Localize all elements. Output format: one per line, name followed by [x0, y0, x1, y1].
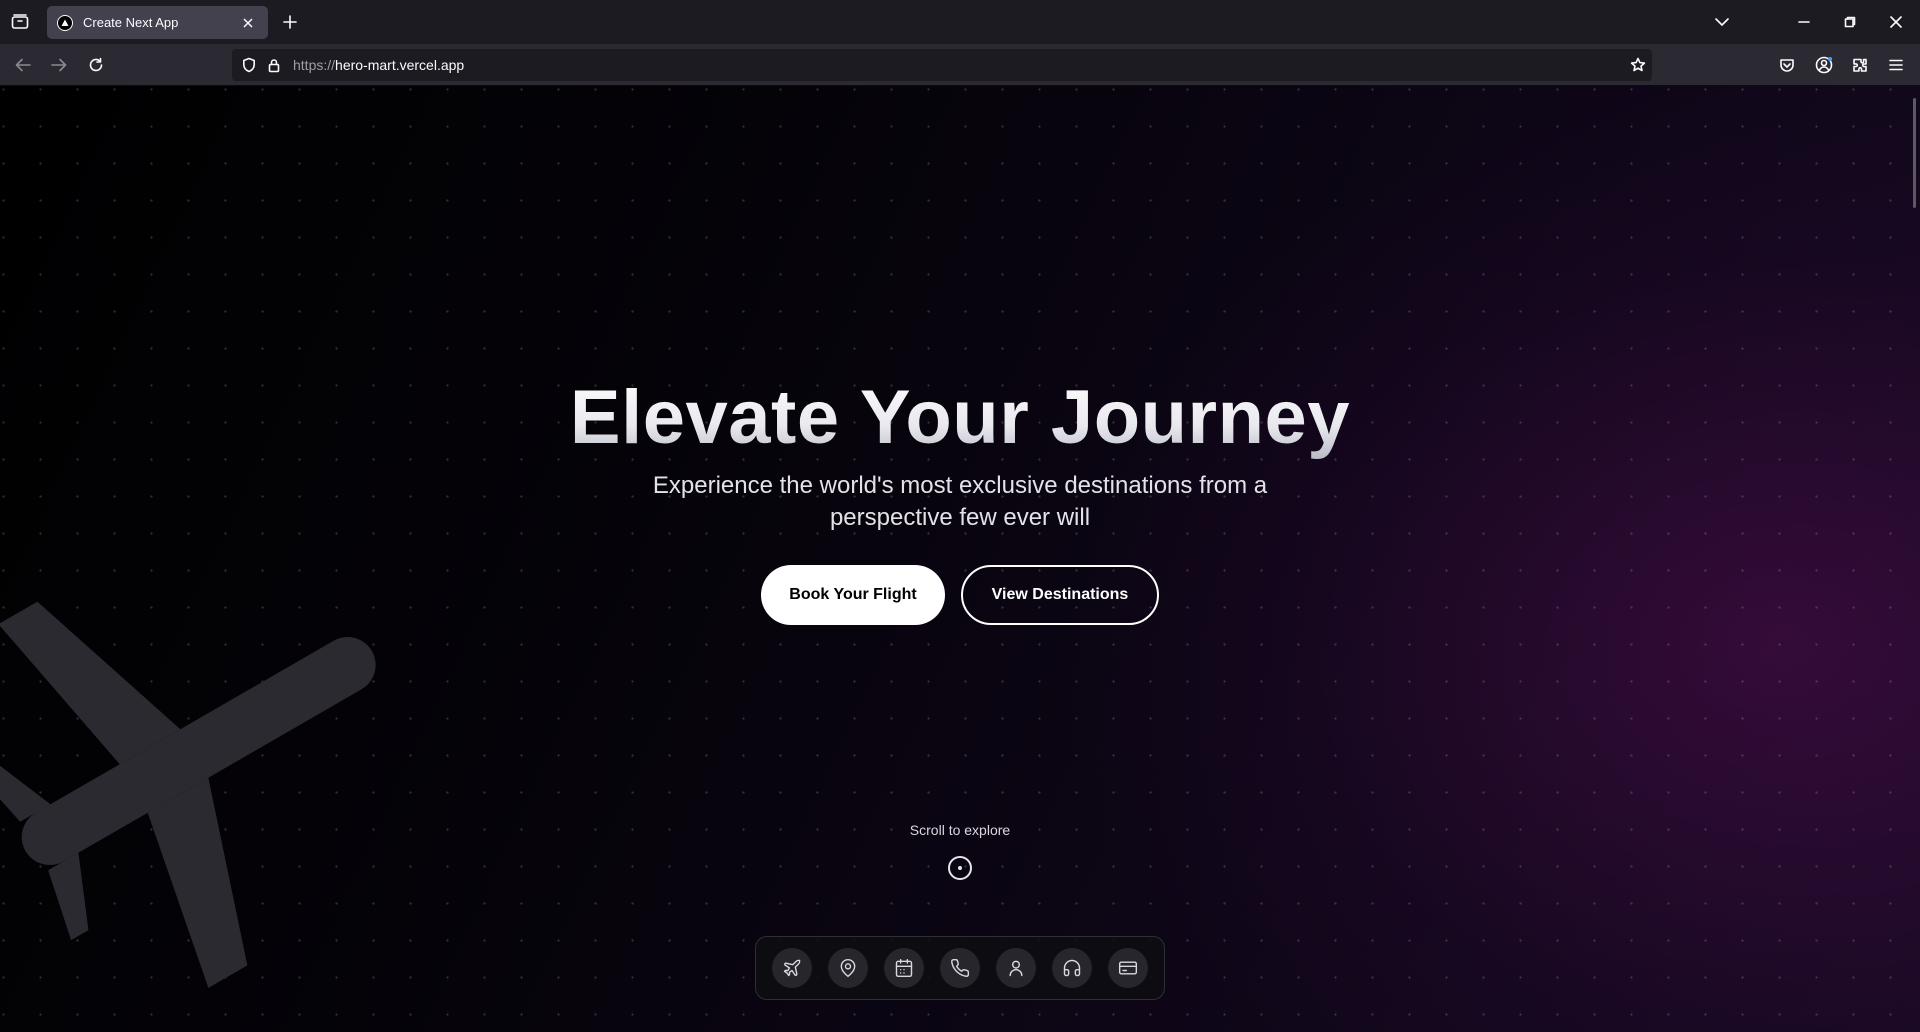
book-flight-button[interactable]: Book Your Flight: [761, 565, 945, 625]
calendar-icon: [894, 958, 914, 978]
dock-item-contact[interactable]: [940, 948, 980, 988]
browser-nav-bar: https://hero-mart.vercel.app: [0, 44, 1920, 86]
credit-card-icon: [1118, 958, 1138, 978]
user-icon: [1006, 958, 1026, 978]
airplane-silhouette-icon: [0, 601, 376, 988]
hero-subtitle: Experience the world's most exclusive de…: [652, 472, 1268, 531]
tab-list-icon[interactable]: [8, 11, 32, 33]
dock-item-destinations[interactable]: [828, 948, 868, 988]
phone-icon: [950, 958, 970, 978]
scroll-indicator-icon[interactable]: [948, 856, 972, 880]
lock-icon[interactable]: [266, 57, 282, 73]
dock-item-payment[interactable]: [1108, 948, 1148, 988]
bookmark-star-icon[interactable]: [1629, 56, 1647, 74]
new-tab-icon[interactable]: [280, 12, 300, 32]
extensions-icon[interactable]: [1850, 55, 1870, 75]
tab-title: Create Next App: [83, 15, 179, 30]
reload-icon[interactable]: [85, 54, 107, 76]
browser-tab-bar: Create Next App: [0, 0, 1920, 44]
nextjs-favicon-icon: [57, 14, 73, 31]
chevron-down-icon[interactable]: [1712, 12, 1732, 32]
map-pin-icon: [838, 958, 858, 978]
scroll-to-explore-label: Scroll to explore: [909, 822, 1011, 838]
dock-item-schedule[interactable]: [884, 948, 924, 988]
account-icon[interactable]: [1813, 54, 1835, 76]
dock-item-profile[interactable]: [996, 948, 1036, 988]
dock-item-support[interactable]: [1052, 948, 1092, 988]
url-protocol: https://: [293, 57, 336, 73]
tab-close-icon[interactable]: [238, 13, 258, 33]
scroll-indicator-dot: [958, 866, 962, 870]
hero-title: Elevate Your Journey: [0, 374, 1920, 461]
forward-arrow-icon[interactable]: [48, 55, 70, 75]
view-destinations-button[interactable]: View Destinations: [961, 565, 1159, 625]
dock-item-flights[interactable]: [772, 948, 812, 988]
minimize-window-icon[interactable]: [1794, 12, 1814, 32]
headphones-icon: [1062, 958, 1082, 978]
close-window-icon[interactable]: [1886, 12, 1906, 32]
page-scrollbar[interactable]: [1913, 98, 1916, 208]
shield-icon[interactable]: [241, 57, 257, 73]
back-arrow-icon[interactable]: [12, 55, 34, 75]
hamburger-menu-icon[interactable]: [1886, 55, 1906, 75]
page-viewport: Elevate Your Journey Experience the worl…: [0, 86, 1920, 1032]
url-bar[interactable]: https://hero-mart.vercel.app: [232, 49, 1652, 81]
url-text[interactable]: https://hero-mart.vercel.app: [293, 57, 464, 73]
browser-tab-active[interactable]: Create Next App: [47, 6, 268, 39]
bottom-dock: [755, 936, 1165, 1000]
restore-window-icon[interactable]: [1840, 12, 1860, 32]
plane-icon: [782, 958, 802, 978]
pocket-icon[interactable]: [1777, 55, 1797, 75]
url-host: hero-mart.vercel.app: [335, 57, 465, 73]
